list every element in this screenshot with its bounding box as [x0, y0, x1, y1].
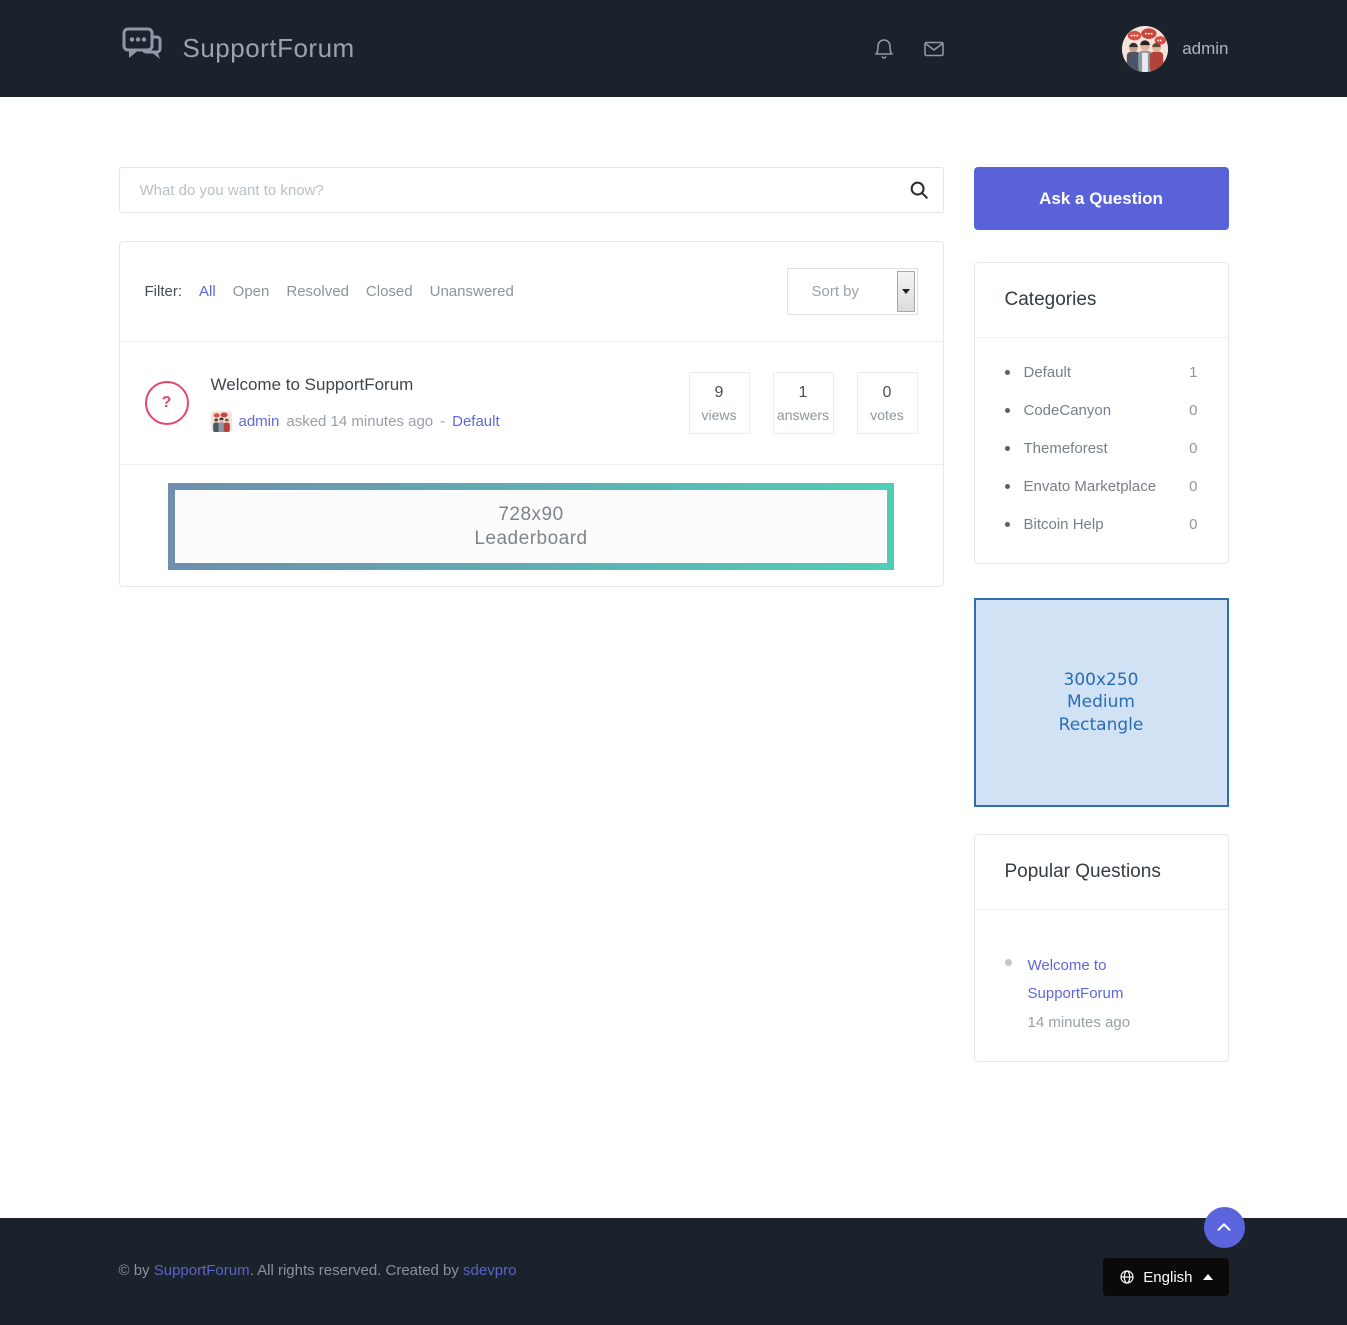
- language-label: English: [1143, 1268, 1193, 1286]
- leaderboard-ad-label: Leaderboard: [474, 527, 588, 549]
- notifications-bell-icon[interactable]: [872, 37, 896, 61]
- page-content: Filter: All Open Resolved Closed Unanswe…: [0, 97, 1347, 1218]
- category-item-bitcoin-help[interactable]: Bitcoin Help 0: [1004, 516, 1198, 533]
- bullet-icon: [1004, 484, 1010, 489]
- question-category-link[interactable]: Default: [452, 413, 500, 430]
- filter-label: Filter:: [144, 283, 183, 300]
- chevron-down-icon: [896, 271, 915, 312]
- globe-icon: [1119, 1269, 1135, 1285]
- stat-answers: 1 answers: [772, 372, 834, 434]
- site-footer: © by SupportForum. All rights reserved. …: [0, 1207, 1347, 1325]
- categories-title: Categories: [1004, 289, 1097, 310]
- brand-name: SupportForum: [182, 33, 355, 63]
- category-item-default[interactable]: Default 1: [1004, 364, 1198, 381]
- stat-votes: 0 votes: [856, 372, 918, 434]
- leaderboard-ad[interactable]: 728x90 Leaderboard: [168, 483, 894, 570]
- user-avatar: [1122, 25, 1169, 72]
- bullet-icon: [1004, 522, 1010, 527]
- question-author-link[interactable]: admin: [239, 413, 280, 430]
- answers-count: 1: [798, 383, 808, 401]
- categories-card: Categories Default 1 CodeCanyon 0 Themef…: [973, 262, 1229, 564]
- rect-ad-word1: Medium: [1067, 692, 1135, 713]
- category-name: Bitcoin Help: [1023, 516, 1104, 533]
- footer-brand-link[interactable]: SupportForum: [154, 1262, 250, 1279]
- forum-logo-icon: [119, 24, 171, 74]
- leaderboard-ad-size: 728x90: [498, 503, 564, 525]
- caret-up-icon: [1202, 1274, 1213, 1280]
- bullet-icon: [1004, 408, 1010, 413]
- site-header: SupportForum admin: [0, 0, 1347, 97]
- category-name: Envato Marketplace: [1023, 478, 1157, 495]
- language-selector-button[interactable]: English: [1103, 1258, 1229, 1296]
- category-item-themeforest[interactable]: Themeforest 0: [1004, 440, 1198, 457]
- sort-by-select[interactable]: Sort by: [786, 268, 918, 315]
- medium-rectangle-ad[interactable]: 300x250 Medium Rectangle: [973, 598, 1229, 807]
- category-count: 0: [1189, 478, 1198, 495]
- category-count: 1: [1189, 364, 1198, 381]
- question-author-avatar: [210, 410, 232, 432]
- category-count: 0: [1189, 402, 1198, 419]
- category-count: 0: [1189, 440, 1198, 457]
- rect-ad-size: 300x250: [1063, 669, 1139, 690]
- bullet-icon: [1004, 446, 1010, 451]
- scroll-to-top-button[interactable]: [1203, 1207, 1245, 1248]
- question-mark-icon: ?: [144, 381, 189, 425]
- question-meta-text: asked 14 minutes ago: [286, 412, 434, 430]
- category-count: 0: [1189, 516, 1198, 533]
- question-row: ? Welcome to SupportForum admin asked 14…: [120, 342, 943, 464]
- meta-separator: -: [440, 412, 446, 430]
- copyright-middle: . All rights reserved. Created by: [249, 1262, 464, 1279]
- user-menu[interactable]: admin: [1122, 25, 1229, 72]
- category-name: CodeCanyon: [1023, 402, 1112, 419]
- copyright-prefix: © by: [118, 1262, 154, 1279]
- views-count: 9: [714, 383, 724, 401]
- brand-logo[interactable]: SupportForum: [119, 24, 355, 74]
- category-name: Themeforest: [1023, 440, 1108, 457]
- category-item-envato-marketplace[interactable]: Envato Marketplace 0: [1004, 478, 1198, 495]
- footer-creator-link[interactable]: sdevpro: [463, 1262, 516, 1279]
- filter-bar: Filter: All Open Resolved Closed Unanswe…: [120, 242, 943, 341]
- filter-closed[interactable]: Closed: [366, 283, 413, 300]
- sort-by-value: Sort by: [811, 283, 860, 300]
- bullet-icon: [1004, 959, 1012, 966]
- popular-question-item: Welcome to SupportForum 14 minutes ago: [1004, 936, 1198, 1031]
- search-bar: [118, 167, 944, 213]
- views-label: views: [701, 406, 737, 423]
- filter-open[interactable]: Open: [233, 283, 270, 300]
- messages-mail-icon[interactable]: [922, 37, 946, 61]
- bullet-icon: [1004, 370, 1010, 375]
- votes-label: votes: [870, 406, 904, 423]
- category-item-codecanyon[interactable]: CodeCanyon 0: [1004, 402, 1198, 419]
- filter-all[interactable]: All: [199, 283, 216, 300]
- questions-card: Filter: All Open Resolved Closed Unanswe…: [118, 241, 944, 587]
- search-icon[interactable]: [908, 179, 930, 201]
- search-input[interactable]: [118, 167, 944, 213]
- votes-count: 0: [882, 383, 892, 401]
- category-name: Default: [1023, 364, 1072, 381]
- copyright-text: © by SupportForum. All rights reserved. …: [119, 1262, 517, 1279]
- filter-unanswered[interactable]: Unanswered: [430, 283, 514, 300]
- popular-questions-title: Popular Questions: [1004, 861, 1161, 882]
- chevron-up-icon: [1213, 1217, 1235, 1239]
- popular-question-time: 14 minutes ago: [1027, 1013, 1131, 1031]
- popular-questions-card: Popular Questions Welcome to SupportForu…: [973, 834, 1229, 1062]
- ask-question-button[interactable]: Ask a Question: [973, 167, 1229, 230]
- question-title-link[interactable]: Welcome to SupportForum: [211, 375, 414, 395]
- popular-question-link[interactable]: Welcome to SupportForum: [1028, 952, 1153, 1008]
- stat-views: 9 views: [688, 372, 750, 434]
- answers-label: answers: [776, 406, 830, 423]
- rect-ad-word2: Rectangle: [1058, 714, 1144, 735]
- filter-resolved[interactable]: Resolved: [286, 283, 349, 300]
- username-label: admin: [1182, 38, 1229, 58]
